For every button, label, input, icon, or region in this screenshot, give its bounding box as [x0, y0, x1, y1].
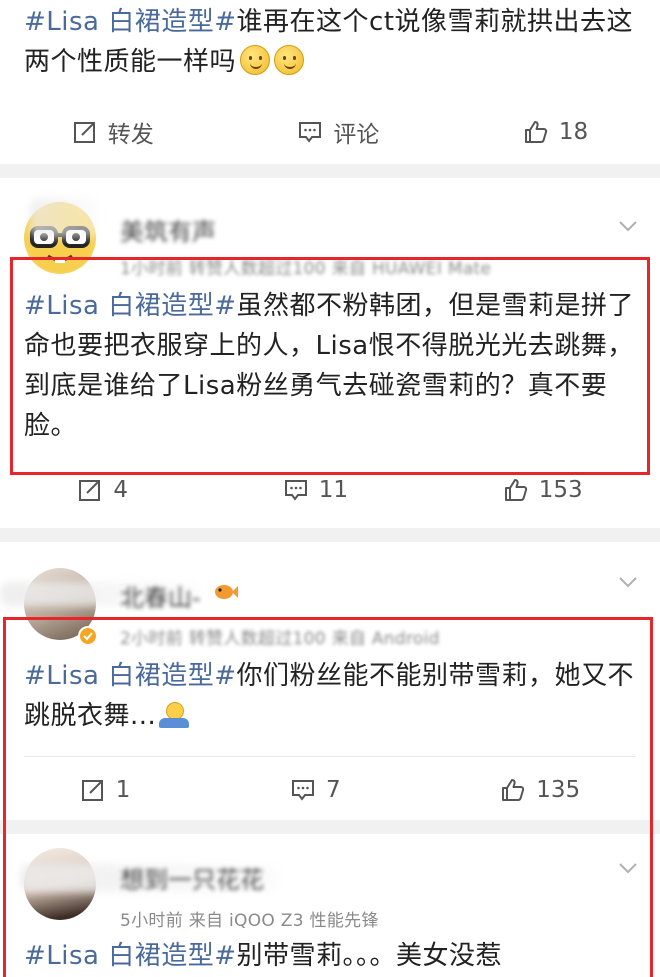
repost-label: 转发: [107, 122, 154, 148]
post-separator: [0, 528, 660, 542]
like-count: 18: [558, 119, 589, 145]
fish-badge-icon: [215, 585, 238, 599]
post-meta: 1小时前 转赞人数超过100 来自 HUAWEI Mate: [120, 259, 492, 279]
chevron-down-icon[interactable]: [618, 216, 638, 236]
post-4-hashtag[interactable]: #Lisa 白裙造型#: [24, 941, 237, 971]
like-count: 135: [536, 777, 581, 803]
thumbs-up-icon: [504, 479, 527, 501]
post-4-header: 想到一只花花 5小时前 来自 iQOO Z3 性能先锋: [0, 834, 660, 932]
post-meta: 2小时前 转赞人数超过100 来自 Android: [120, 629, 440, 649]
post-3-actions: 1 7 135: [0, 760, 660, 820]
post-separator: [0, 820, 660, 834]
post-1-actions: 转发 评论 18: [0, 102, 660, 162]
post-3-hashtag[interactable]: #Lisa 白裙造型#: [24, 661, 237, 691]
smile-emoji-icon: [240, 45, 271, 75]
chevron-down-icon[interactable]: [618, 572, 638, 592]
repost-button[interactable]: 4: [77, 477, 128, 503]
comment-icon: [299, 122, 322, 143]
post-1: #Lisa 白裙造型#谁再在这个ct说像雪莉就拱出去这两个性质能一样吗 转发 评…: [0, 0, 660, 164]
repost-icon: [81, 780, 103, 801]
like-button[interactable]: 135: [500, 777, 580, 803]
thumbs-up-icon: [524, 121, 548, 143]
comment-label: 评论: [333, 122, 380, 148]
chevron-down-icon[interactable]: [618, 858, 638, 878]
blur-smear: [30, 198, 100, 238]
weibo-feed: #Lisa 白裙造型#谁再在这个ct说像雪莉就拱出去这两个性质能一样吗 转发 评…: [0, 0, 660, 977]
repost-count: 4: [113, 477, 128, 503]
user-name[interactable]: 想到一只花花: [120, 860, 264, 895]
verified-badge-icon: [78, 626, 98, 646]
comment-icon: [284, 480, 307, 501]
post-3: 北春山- 2小时前 转赞人数超过100 来自 Android #Lisa 白裙造…: [0, 542, 660, 820]
comment-count: 7: [326, 777, 341, 803]
user-name[interactable]: 北春山-: [120, 578, 201, 613]
post-2: 美筑有声 1小时前 转赞人数超过100 来自 HUAWEI Mate #Lisa…: [0, 178, 660, 528]
post-2-text: #Lisa 白裙造型#虽然都不粉韩团，但是雪莉是拼了命也要把衣服穿上的人，Lis…: [0, 276, 660, 446]
post-3-text: #Lisa 白裙造型#你们粉丝能不能别带雪莉，她又不跳脱衣舞...: [0, 640, 660, 736]
thumbs-up-icon: [502, 779, 525, 801]
like-button[interactable]: 18: [523, 119, 588, 145]
post-2-header: 美筑有声 1小时前 转赞人数超过100 来自 HUAWEI Mate: [0, 178, 660, 279]
like-button[interactable]: 153: [503, 477, 583, 503]
comment-icon: [292, 780, 315, 801]
post-4: 想到一只花花 5小时前 来自 iQOO Z3 性能先锋 #Lisa 白裙造型#别…: [0, 834, 660, 977]
comment-count: 11: [318, 477, 348, 503]
comment-button[interactable]: 评论: [297, 115, 379, 149]
like-count: 153: [538, 477, 583, 503]
comment-button[interactable]: 11: [283, 477, 348, 503]
repost-button[interactable]: 转发: [72, 115, 154, 149]
repost-icon: [79, 480, 101, 501]
post-1-text: #Lisa 白裙造型#谁再在这个ct说像雪莉就拱出去这两个性质能一样吗: [0, 0, 660, 82]
post-4-text: #Lisa 白裙造型#别带雪莉。。。美女没惹: [0, 932, 660, 976]
repost-icon: [73, 122, 95, 143]
divider: [24, 756, 636, 757]
repost-count: 1: [115, 777, 131, 803]
smile-emoji-icon: [274, 45, 305, 75]
post-separator: [0, 164, 660, 178]
post-2-actions: 4 11 153: [0, 460, 660, 520]
shrug-emoji-icon: [158, 700, 190, 730]
user-name[interactable]: 美筑有声: [120, 212, 216, 247]
comment-button[interactable]: 7: [290, 777, 341, 803]
post-4-body: 别带雪莉。。。美女没惹: [236, 941, 503, 971]
post-meta: 5小时前 来自 iQOO Z3 性能先锋: [120, 911, 379, 931]
repost-button[interactable]: 1: [80, 777, 131, 803]
post-2-hashtag[interactable]: #Lisa 白裙造型#: [24, 291, 237, 321]
post-1-hashtag[interactable]: #Lisa 白裙造型#: [24, 7, 237, 37]
post-3-header: 北春山- 2小时前 转赞人数超过100 来自 Android: [0, 542, 660, 649]
